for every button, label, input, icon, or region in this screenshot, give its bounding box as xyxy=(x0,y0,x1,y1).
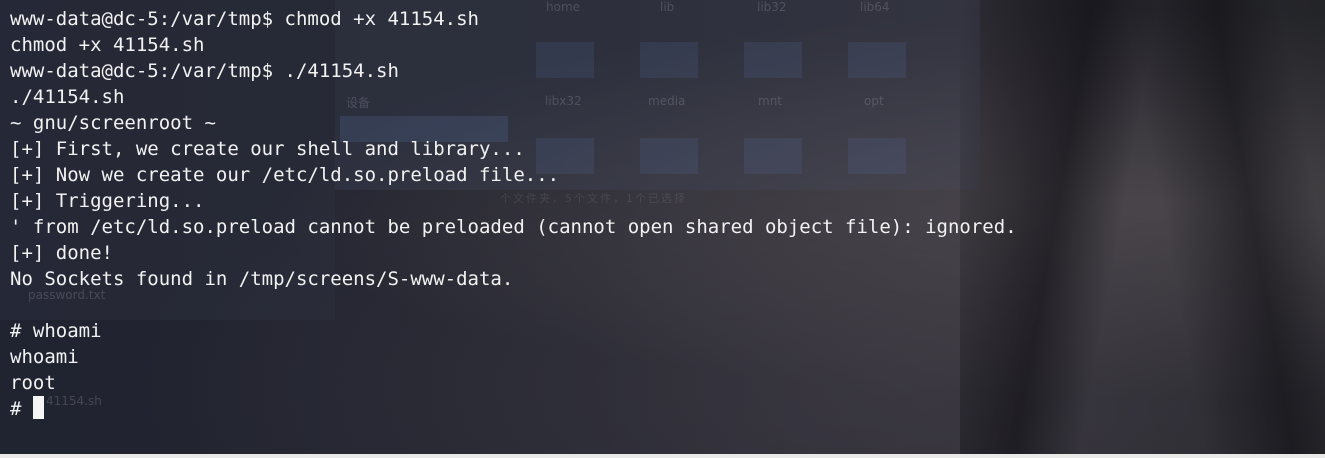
terminal-line: ~ gnu/screenroot ~ xyxy=(10,112,216,134)
terminal-line: whoami xyxy=(10,346,79,368)
terminal-line: # whoami xyxy=(10,320,102,342)
terminal-line: www-data@dc-5:/var/tmp$ ./41154.sh xyxy=(10,60,399,82)
terminal-line: www-data@dc-5:/var/tmp$ chmod +x 41154.s… xyxy=(10,8,479,30)
terminal-line: chmod +x 41154.sh xyxy=(10,34,205,56)
terminal-line: [+] done! xyxy=(10,242,113,264)
terminal-line: root xyxy=(10,372,56,394)
terminal-prompt: # xyxy=(10,398,33,420)
terminal-line: No Sockets found in /tmp/screens/S-www-d… xyxy=(10,268,514,290)
terminal-window[interactable]: home lib lib32 lib64 libx32 media mnt op… xyxy=(0,0,1325,454)
terminal-input-line[interactable]: # xyxy=(10,396,1017,422)
terminal-line: ./41154.sh xyxy=(10,86,125,108)
terminal-line: [+] Now we create our /etc/ld.so.preload… xyxy=(10,164,560,186)
terminal-line: [+] First, we create our shell and libra… xyxy=(10,138,525,160)
terminal-line: [+] Triggering... xyxy=(10,190,205,212)
terminal-line: ' from /etc/ld.so.preload cannot be prel… xyxy=(10,216,1017,238)
terminal-output: www-data@dc-5:/var/tmp$ chmod +x 41154.s… xyxy=(10,6,1017,422)
terminal-cursor[interactable] xyxy=(32,396,44,419)
